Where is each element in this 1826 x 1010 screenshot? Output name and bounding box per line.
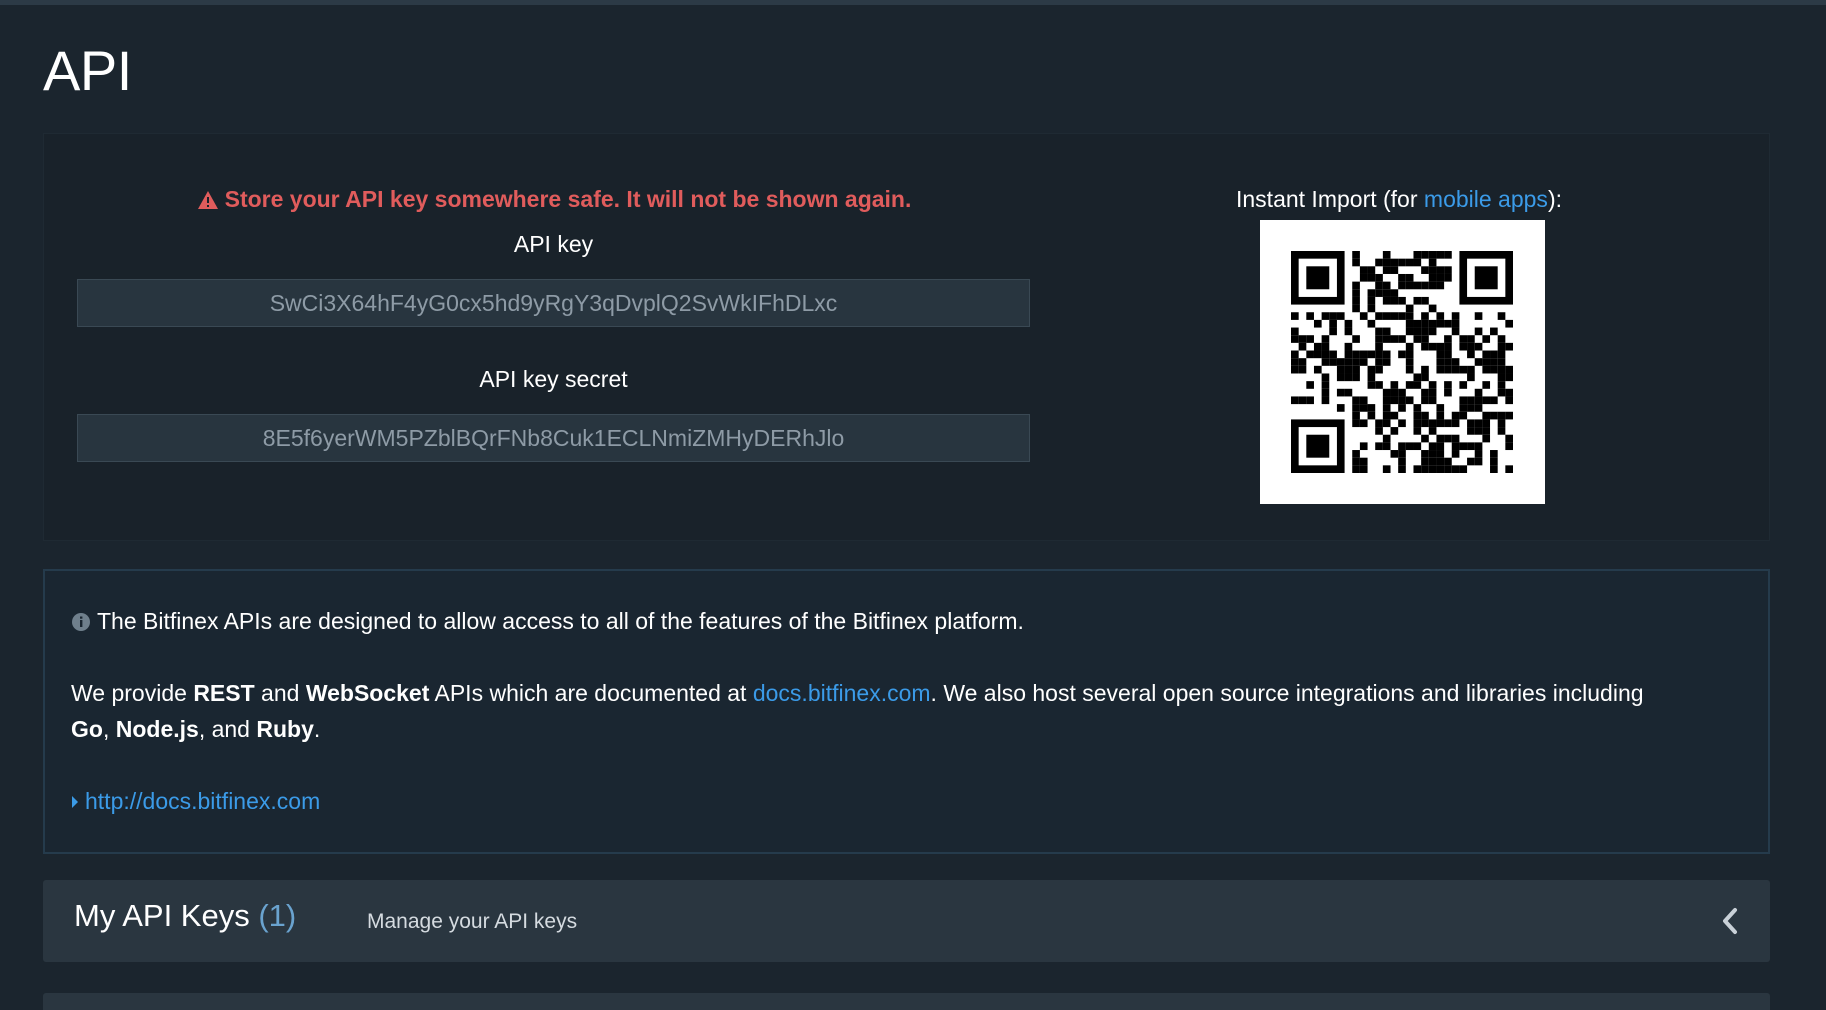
info-paragraph-line-2: Go, Node.js, and Ruby. bbox=[71, 711, 320, 747]
text-segment: . We also host several open source integ… bbox=[930, 680, 1644, 706]
websocket-text: WebSocket bbox=[305, 680, 430, 706]
ruby-text: Ruby bbox=[256, 716, 314, 742]
api-secret-field[interactable] bbox=[77, 414, 1030, 462]
warning-text: Store your API key somewhere safe. It wi… bbox=[224, 186, 912, 212]
keys-title-text: My API Keys bbox=[74, 898, 250, 933]
docs-url-link[interactable]: http://docs.bitfinex.com bbox=[85, 788, 320, 814]
top-bar bbox=[0, 0, 1826, 5]
next-panel-header bbox=[43, 993, 1770, 1010]
info-paragraph-line-1: We provide REST and WebSocket APIs which… bbox=[71, 675, 1644, 711]
info-panel: The Bitfinex APIs are designed to allow … bbox=[43, 569, 1770, 854]
info-circle-icon bbox=[71, 606, 91, 642]
info-intro-text: The Bitfinex APIs are designed to allow … bbox=[97, 608, 1024, 634]
nodejs-text: Node.js bbox=[115, 716, 199, 742]
text-segment: APIs which are documented at bbox=[429, 680, 753, 706]
rest-text: REST bbox=[193, 680, 255, 706]
import-suffix: ): bbox=[1547, 186, 1562, 212]
page-title: API bbox=[43, 39, 132, 102]
api-secret-label: API key secret bbox=[479, 366, 628, 392]
text-segment: We provide bbox=[71, 680, 194, 706]
go-text: Go bbox=[71, 716, 103, 742]
warning-triangle-icon bbox=[197, 189, 219, 216]
docs-url-row: http://docs.bitfinex.com bbox=[71, 783, 320, 819]
qr-code bbox=[1260, 220, 1545, 504]
api-key-panel: Store your API key somewhere safe. It wi… bbox=[43, 133, 1770, 541]
mobile-apps-link[interactable]: mobile apps bbox=[1424, 186, 1548, 212]
warning-message: Store your API key somewhere safe. It wi… bbox=[44, 186, 1064, 216]
api-key-label: API key bbox=[513, 231, 594, 257]
api-key-field[interactable] bbox=[77, 279, 1030, 327]
my-api-keys-header[interactable]: My API Keys (1) Manage your API keys bbox=[43, 880, 1770, 962]
text-segment: , bbox=[102, 716, 116, 742]
docs-inline-link[interactable]: docs.bitfinex.com bbox=[753, 680, 931, 706]
chevron-left-icon[interactable] bbox=[1720, 906, 1740, 941]
my-api-keys-title: My API Keys (1) bbox=[74, 898, 296, 934]
qr-code-pattern bbox=[1291, 251, 1513, 473]
keys-count: (1) bbox=[258, 898, 297, 933]
text-segment: . bbox=[313, 716, 321, 742]
info-intro: The Bitfinex APIs are designed to allow … bbox=[71, 603, 1024, 642]
caret-right-icon bbox=[71, 783, 79, 819]
instant-import-label: Instant Import (for mobile apps): bbox=[1189, 186, 1609, 213]
text-segment: , and bbox=[198, 716, 257, 742]
import-prefix: Instant Import (for bbox=[1236, 186, 1424, 212]
text-segment: and bbox=[254, 680, 306, 706]
keys-subtitle: Manage your API keys bbox=[367, 910, 578, 933]
